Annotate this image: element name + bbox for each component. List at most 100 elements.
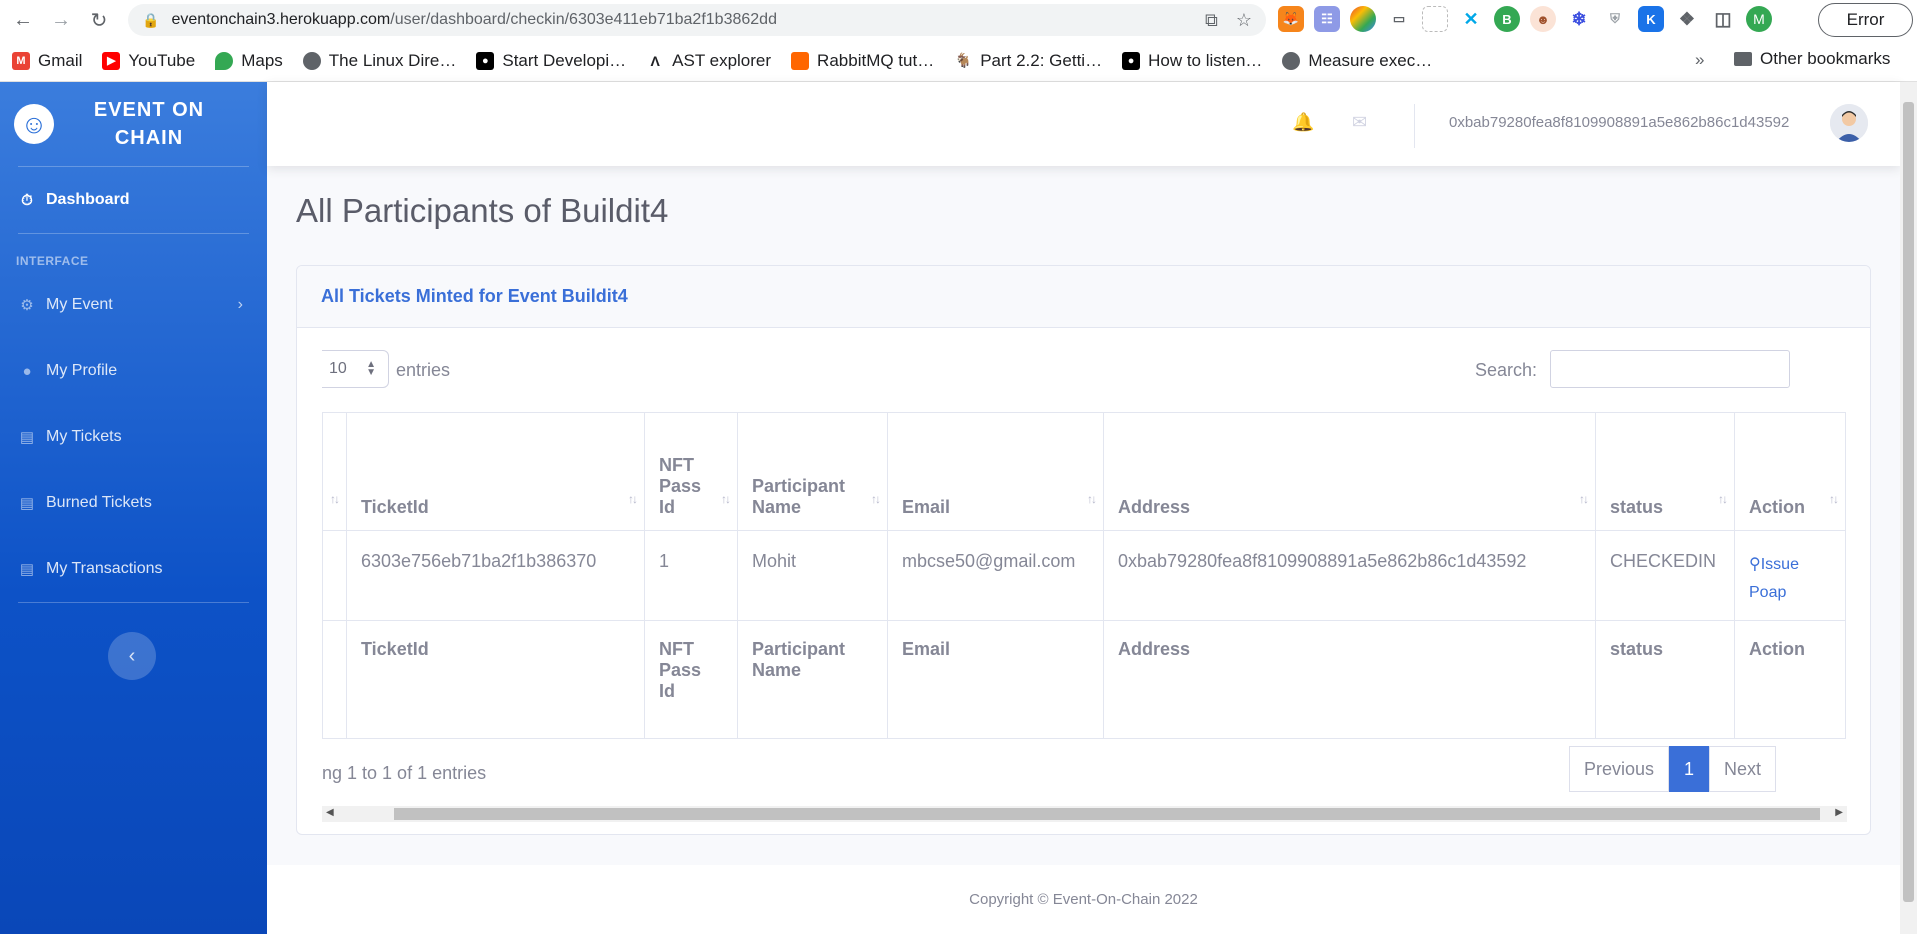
bookmark-gmail[interactable]: M Gmail [12, 51, 82, 71]
bell-icon[interactable]: 🔔 [1292, 112, 1314, 133]
share-icon[interactable]: ⧉ [1205, 10, 1218, 31]
tachometer-icon: ⏱ [21, 191, 33, 209]
sidebar-divider [18, 602, 249, 603]
sidebar-panel-icon[interactable]: ◫ [1710, 6, 1736, 32]
page-1-button[interactable]: 1 [1669, 746, 1710, 792]
user-icon: ● [22, 362, 32, 380]
cell-ticket-id: 6303e756eb71ba2f1b386370 [346, 530, 645, 621]
laugh-wink-icon: ☺ [14, 104, 54, 144]
column-header-email[interactable]: Email ↑↓ [887, 412, 1104, 531]
bookmark-maps[interactable]: Maps [215, 51, 283, 71]
screen-extension-icon[interactable]: ▭ [1386, 6, 1412, 32]
next-page-button[interactable]: Next [1709, 746, 1777, 792]
sidebar-item-my-tickets[interactable]: ▤ My Tickets [0, 404, 267, 470]
cell-action: ⚲Issue Poap [1734, 530, 1846, 621]
b-extension-icon[interactable]: B [1494, 6, 1520, 32]
capture-extension-icon[interactable] [1422, 6, 1448, 32]
envelope-icon[interactable]: ✉ [1352, 112, 1367, 133]
forward-icon[interactable]: → [46, 5, 76, 35]
avatar-extension-icon[interactable]: ☻ [1530, 6, 1556, 32]
card-header: All Tickets Minted for Event Buildit4 [297, 266, 1870, 328]
metamask-extension-icon[interactable]: 🦊 [1278, 6, 1304, 32]
x-extension-icon[interactable]: ✕ [1458, 6, 1484, 32]
sidebar-item-my-profile[interactable]: ● My Profile [0, 338, 267, 404]
sidebar-item-burned-tickets[interactable]: ▤ Burned Tickets [0, 470, 267, 536]
bookmark-how-to-listen[interactable]: ● How to listen… [1122, 51, 1262, 71]
ticket-icon: ▤ [19, 495, 35, 512]
bookmark-ast-explorer[interactable]: Λ AST explorer [646, 51, 771, 71]
bookmark-measure-exec[interactable]: Measure exec… [1282, 51, 1432, 71]
entries-length-select[interactable]: 10 ▲ ▼ [322, 350, 389, 388]
column-header-participant-name[interactable]: Participant Name ↑↓ [737, 412, 888, 531]
sidebar-item-my-event[interactable]: ⚙ My Event › [0, 272, 267, 338]
url-host: eventonchain3.herokuapp.com [171, 11, 391, 28]
user-avatar-icon [1830, 104, 1868, 142]
page-footer: Copyright © Event-On-Chain 2022 [267, 865, 1900, 934]
sidebar-toggle-button[interactable]: ‹ [108, 632, 156, 680]
column-header-nft-pass-id[interactable]: NFT Pass Id ↑↓ [644, 412, 738, 531]
footer-cell-ticket-id: TicketId [346, 620, 645, 739]
chevron-left-icon: ‹ [128, 644, 136, 667]
vertical-scrollbar-thumb[interactable] [1903, 102, 1914, 902]
url-path: /user/dashboard/checkin/6303e411eb71ba2f… [390, 11, 777, 28]
footer-cell-status: status [1595, 620, 1735, 739]
reload-icon[interactable]: ↻ [84, 5, 114, 35]
bookmarks-bar: M Gmail ▶ YouTube Maps The Linux Dire… ● St… [0, 40, 1917, 82]
brand[interactable]: ☺ EVENT ON CHAIN [0, 82, 267, 166]
bookmark-linux-directory[interactable]: The Linux Dire… [302, 51, 456, 71]
youtube-icon: ▶ [102, 51, 121, 70]
maps-icon [215, 51, 234, 70]
page-title: All Participants of Buildit4 [296, 192, 669, 229]
sidebar-item-dashboard[interactable]: ⏱ Dashboard [0, 167, 267, 233]
column-header-status[interactable]: status ↑↓ [1595, 412, 1735, 531]
translate-extension-icon[interactable]: ☷ [1314, 6, 1340, 32]
k-extension-icon[interactable]: K [1638, 6, 1664, 32]
bookmark-rabbitmq[interactable]: RabbitMQ tut… [791, 51, 934, 71]
profile-avatar[interactable]: M [1746, 6, 1772, 32]
scroll-right-icon[interactable]: ▶ [1835, 807, 1843, 818]
color-picker-extension-icon[interactable] [1350, 6, 1376, 32]
error-button[interactable]: Error [1818, 3, 1913, 37]
vertical-scrollbar[interactable] [1900, 82, 1917, 934]
scrollbar-thumb[interactable] [394, 808, 1820, 820]
horizontal-scrollbar[interactable]: ◀ ▶ [322, 806, 1847, 822]
cell-index [322, 530, 347, 621]
shield-extension-icon[interactable]: ⛨ [1602, 6, 1628, 32]
footer-cell-nft-pass-id: NFT Pass Id [644, 620, 738, 739]
search-input[interactable] [1550, 350, 1790, 388]
scroll-left-icon[interactable]: ◀ [326, 807, 334, 818]
cell-email: mbcse50@gmail.com [887, 530, 1104, 621]
issue-poap-link[interactable]: ⚲Issue Poap [1749, 556, 1799, 601]
copyright-text: Copyright © Event-On-Chain 2022 [969, 891, 1198, 908]
column-header-ticket-id[interactable]: TicketId ↑↓ [346, 412, 645, 531]
search-label: Search: [1475, 360, 1538, 380]
gmail-icon: M [12, 51, 30, 70]
rabbitmq-icon [791, 51, 810, 70]
other-bookmarks[interactable]: Other bookmarks [1734, 49, 1890, 69]
column-header-action[interactable]: Action ↑↓ [1734, 412, 1846, 531]
column-header-address[interactable]: Address ↑↓ [1103, 412, 1596, 531]
column-header-index[interactable]: ↑↓ [322, 412, 347, 531]
previous-page-button[interactable]: Previous [1569, 746, 1670, 792]
bookmark-youtube[interactable]: ▶ YouTube [102, 51, 195, 71]
back-icon[interactable]: ← [8, 5, 38, 35]
address-bar[interactable]: 🔒 eventonchain3.herokuapp.com/user/dashb… [128, 4, 1266, 36]
wallet-address[interactable]: 0xbab79280fea8f8109908891a5e862b86c1d435… [1449, 114, 1789, 131]
snowflake-extension-icon[interactable]: ❄ [1566, 6, 1592, 32]
star-icon[interactable]: ☆ [1236, 10, 1252, 31]
bookmarks-more-button[interactable]: » [1695, 50, 1704, 70]
avatar[interactable] [1830, 104, 1868, 142]
sort-icon: ↑↓ [1087, 492, 1097, 506]
footer-cell-address: Address [1103, 620, 1596, 739]
chevron-right-icon: › [237, 296, 243, 313]
footer-cell-action: Action [1734, 620, 1846, 739]
sidebar-item-my-transactions[interactable]: ▤ My Transactions [0, 536, 267, 602]
puzzle-icon[interactable]: ❖ [1674, 6, 1700, 32]
sort-icon: ↑↓ [871, 492, 881, 506]
sort-icon: ↑↓ [1829, 492, 1839, 506]
bookmark-part-2-2[interactable]: 🐐 Part 2.2: Getti… [954, 51, 1102, 71]
bookmark-start-developing[interactable]: ● Start Developi… [476, 51, 626, 71]
table-row: 6303e756eb71ba2f1b386370 1 Mohit mbcse50… [322, 530, 1846, 621]
footer-cell-participant-name: Participant Name [737, 620, 888, 739]
globe-icon [302, 51, 321, 70]
